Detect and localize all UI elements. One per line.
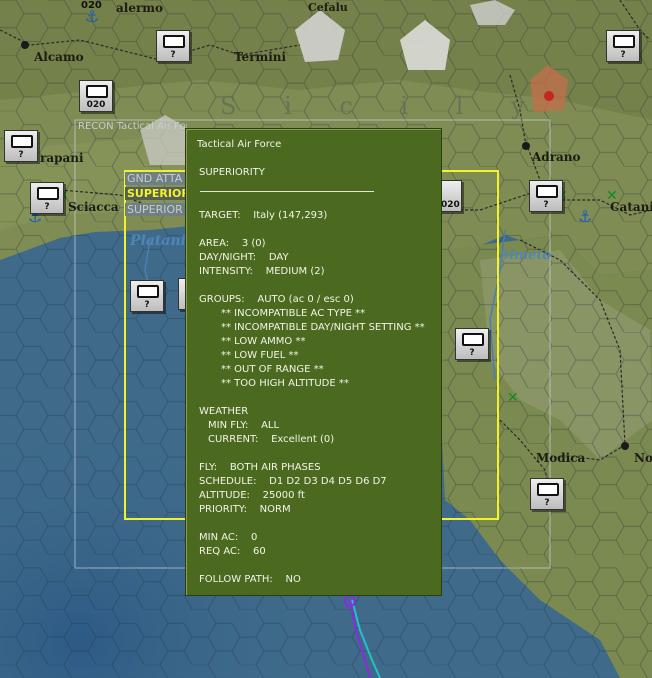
unit-counter[interactable]: ? [156,30,190,62]
groups-line: GROUPS: AUTO (ac 0 / esc 0) [199,294,354,305]
unit-symbol [37,187,59,200]
town-adrano: Adrano [532,150,581,164]
priority-line: PRIORITY: NORM [199,504,291,515]
follow-path-line: FOLLOW PATH: NO [199,574,301,585]
unit-symbol [462,333,484,346]
town-trapani: rapani [40,151,84,165]
unit-strength: ? [620,50,626,60]
fly-line: FLY: BOTH AIR PHASES [199,462,321,473]
unit-strength: ? [544,498,550,508]
unit-counter[interactable]: ? [30,182,64,214]
unit-counter[interactable]: ? [529,180,563,212]
day-night-line: DAY/NIGHT: DAY [199,252,289,263]
unit-counter[interactable]: ? [455,328,489,360]
current-weather-line: CURRENT: Excellent (0) [208,434,335,445]
unit-counter[interactable]: 020 [440,180,462,212]
svg-text:⚓: ⚓ [578,207,592,226]
mission-gnd-attack[interactable]: GND ATTA [125,172,187,185]
unit-strength: ? [543,200,549,210]
unit-strength: ? [170,50,176,60]
unit-symbol [163,35,185,48]
svg-text:✕: ✕ [507,390,519,406]
mission-info-popup: Tactical Air Force SUPERIORITY TARGET: I… [185,128,442,596]
town-catania: Catani [610,200,652,214]
warning-line: ** OUT OF RANGE ** [221,364,324,375]
island-label: S i c i l y [220,92,545,120]
unit-counter[interactable]: ? [4,130,38,162]
warning-line: ** LOW AMMO ** [221,336,306,347]
unit-symbol [536,185,558,198]
river-platani: Platani [130,233,186,249]
warning-line: ** LOW FUEL ** [221,350,299,361]
unit-symbol [137,285,159,298]
schedule-line: SCHEDULE: D1 D2 D3 D4 D5 D6 D7 [199,476,387,487]
unit-strength: ? [469,348,475,358]
warning-line: ** TOO HIGH ALTITUDE ** [221,378,349,389]
unit-symbol [537,483,559,496]
unit-counter[interactable]: ? [530,478,564,510]
town-termini: Termini [234,50,287,64]
unit-counter[interactable]: ? [130,280,164,312]
unit-counter[interactable]: ? [606,30,640,62]
town-palermo: alermo [116,1,163,15]
unit-strength: ? [18,150,24,160]
unit-strength: ? [144,300,150,310]
unit-strength: ? [44,202,50,212]
intensity-line: INTENSITY: MEDIUM (2) [199,266,325,277]
area-line: AREA: 3 (0) [199,238,266,249]
town-modica: Modica [536,451,586,465]
min-ac-line: MIN AC: 0 [199,532,258,543]
target-line: TARGET: Italy (147,293) [199,210,328,221]
town-alcamo: Alcamo [34,50,84,64]
mission-superiority-selected[interactable]: SUPERIOR [125,187,187,200]
mission-recon[interactable]: RECON Tactical Air Force [76,121,187,134]
unit-symbol [86,85,108,98]
town-sciacca: Sciacca [68,200,119,214]
unit-counter[interactable]: 020 [79,80,113,112]
river-simeto: Simeto [500,248,552,263]
mission-type: SUPERIORITY [199,167,265,178]
unit-strength: 020 [86,100,106,110]
town-noto: No [634,451,652,465]
weather-heading: WEATHER [199,406,249,417]
req-ac-line: REQ AC: 60 [199,546,266,557]
min-fly-line: MIN FLY: ALL [208,420,280,431]
divider [200,191,374,192]
altitude-line: ALTITUDE: 25000 ft [199,490,305,501]
unit-strength: 020 [441,200,460,210]
top-unit-strength: 020 [81,0,102,11]
warning-line: ** INCOMPATIBLE DAY/NIGHT SETTING ** [221,322,425,333]
mission-superiority[interactable]: SUPERIOR [125,203,187,216]
town-cefalu: Cefalu [308,1,348,14]
unit-symbol [613,35,635,48]
unit-symbol [11,135,33,148]
warning-line: ** INCOMPATIBLE AC TYPE ** [221,308,366,319]
popup-title: Tactical Air Force [197,139,282,150]
